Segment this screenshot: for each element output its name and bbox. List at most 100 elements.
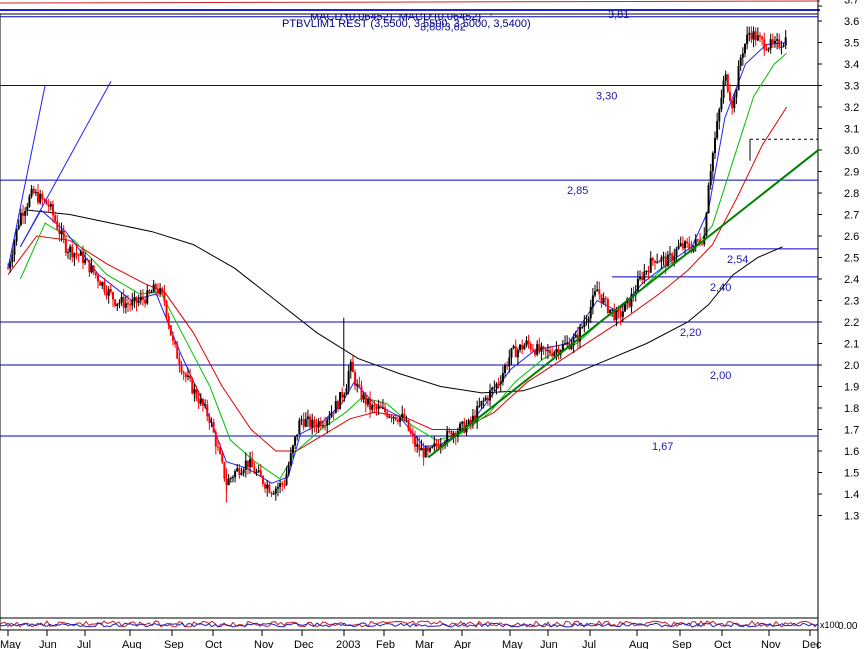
candle-body: [564, 343, 567, 345]
candle-body: [617, 310, 620, 312]
candle-body: [403, 413, 406, 421]
y-tick-label: 2.6: [844, 231, 859, 243]
candle-body: [639, 276, 642, 279]
candle-body: [289, 453, 292, 466]
candle-body: [268, 484, 271, 493]
candle-body: [677, 245, 680, 249]
candle-body: [246, 460, 249, 468]
y-tick-label: 2.3: [844, 296, 859, 308]
candle-body: [448, 430, 451, 432]
candle-body: [32, 188, 35, 194]
candle-body: [549, 350, 552, 354]
candle-body: [339, 392, 342, 410]
x-tick-label: Oct: [205, 639, 222, 649]
candle-body: [394, 416, 397, 420]
candle-body: [506, 365, 509, 367]
candle-body: [761, 36, 764, 40]
candle-body: [317, 421, 320, 428]
candle-body: [716, 121, 719, 139]
x-tick-label: Nov: [761, 639, 781, 649]
y-tick-label: 3.6: [844, 16, 859, 28]
candle-body: [491, 387, 494, 391]
candle-body: [251, 459, 254, 468]
candle-body: [767, 48, 770, 51]
candle-body: [658, 261, 661, 263]
candle-body: [660, 257, 663, 262]
level-label: 1,67: [652, 441, 673, 453]
candle-body: [392, 416, 395, 419]
candle-body: [255, 471, 258, 474]
candle-body: [566, 342, 569, 344]
candle-body: [114, 299, 117, 306]
candle-body: [174, 340, 177, 345]
candle-body: [381, 407, 384, 409]
candle-body: [156, 289, 159, 294]
candle-body: [64, 238, 67, 253]
candle-body: [773, 40, 776, 44]
candle-body: [86, 259, 89, 261]
candle-body: [287, 465, 290, 475]
y-tick-label: 1.7: [844, 425, 859, 437]
candle-body: [671, 253, 674, 261]
trendlines-layer: [7, 80, 819, 459]
candle-body: [433, 443, 436, 447]
candle-body: [585, 321, 588, 323]
candle-body: [347, 371, 350, 389]
candle-body: [463, 421, 466, 433]
candle-body: [553, 351, 556, 357]
candle-body: [298, 420, 301, 435]
indicator-panel: [0, 617, 819, 631]
candle-body: [195, 388, 198, 399]
candle-body: [711, 153, 714, 172]
candle-body: [345, 388, 348, 395]
moving-averages-layer: [7, 42, 788, 484]
trendline: [427, 149, 819, 459]
candle-body: [675, 248, 678, 257]
candle-body: [334, 401, 337, 414]
candle-body: [769, 39, 772, 49]
candle-body: [555, 349, 558, 352]
candle-body: [724, 74, 727, 81]
candle-body: [291, 445, 294, 454]
candle-body: [718, 109, 721, 122]
ma-long-line: [7, 106, 788, 452]
y-tick-label: 3.1: [844, 124, 859, 136]
candle-body: [416, 444, 419, 447]
candle-body: [105, 291, 108, 296]
support-resistance-layer: 3,60/3,62 3,30 2,85 2,54 2,40 2,20 2,00 1,67: [0, 16, 818, 453]
level-label: 2,54: [727, 254, 748, 266]
candle-body: [598, 289, 601, 295]
candle-body: [326, 419, 329, 426]
candle-body: [701, 243, 704, 245]
candle-body: [41, 193, 44, 200]
candle-body: [66, 251, 69, 253]
x-tick-label: May: [0, 639, 21, 649]
candle-body: [249, 459, 252, 468]
y-tick-label: 2.0: [844, 360, 859, 372]
candle-body: [396, 419, 399, 422]
candle-body: [30, 188, 33, 197]
candle-body: [666, 254, 669, 267]
candle-body: [51, 204, 54, 216]
candle-body: [748, 32, 751, 35]
candle-body: [261, 476, 264, 484]
y-tick-label: 1.8: [844, 403, 859, 415]
candle-body: [186, 375, 189, 377]
candle-body: [319, 421, 322, 427]
candle-body: [504, 365, 507, 374]
candle-body: [214, 432, 217, 447]
candle-body: [99, 281, 102, 286]
candle-body: [144, 299, 147, 304]
candle-body: [600, 294, 603, 304]
candle-body: [733, 97, 736, 109]
level-label: 2,85: [567, 185, 588, 197]
candle-body: [77, 254, 80, 256]
y-tick-label: 3.2: [844, 102, 859, 114]
candle-body: [645, 270, 648, 272]
x-tick-label: Feb: [376, 639, 395, 649]
candle-body: [604, 298, 607, 300]
candle-body: [516, 349, 519, 358]
candle-body: [176, 344, 179, 359]
x-axis: May Jun Jul Aug Sep Oct Nov Dec 2003 Feb Mar Apr May…: [0, 630, 822, 649]
candle-body: [111, 292, 114, 300]
